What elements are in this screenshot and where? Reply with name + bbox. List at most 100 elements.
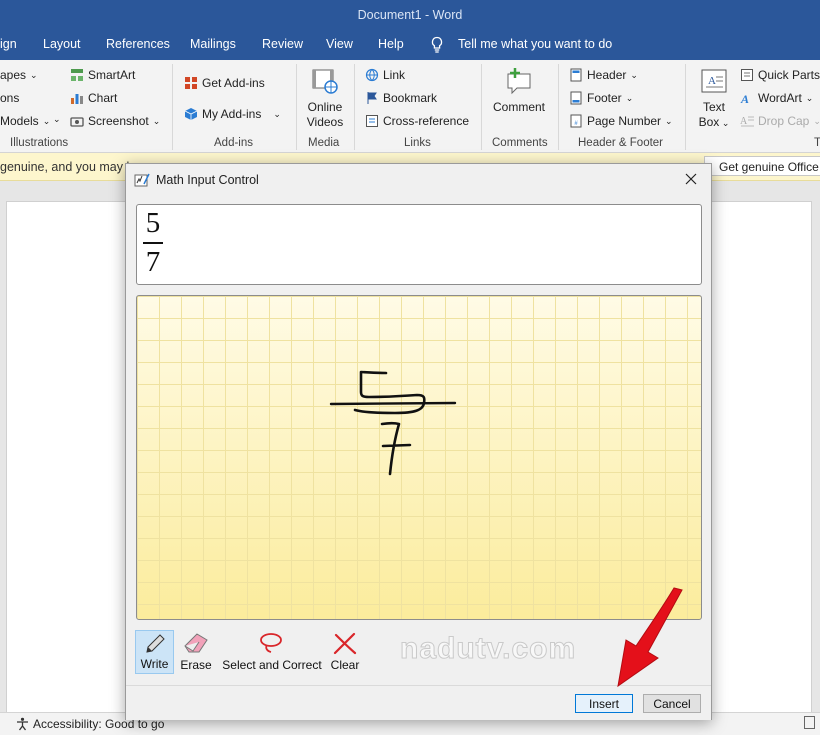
bookmark-button[interactable]: Bookmark [365,91,437,105]
select-and-correct-label: Select and Correct [222,658,322,672]
accessibility-icon[interactable] [15,717,30,731]
footer-button[interactable]: Footer ⌄ [569,91,633,105]
divider [172,64,173,150]
comment-button[interactable]: Comment [488,66,550,115]
screenshot-button[interactable]: Screenshot ⌄ [70,114,160,128]
tab-layout[interactable]: Layout [43,37,81,51]
cross-reference-button[interactable]: Cross-reference [365,114,469,128]
window-title: Document1 - Word [357,8,463,22]
chart-button[interactable]: Chart [70,91,117,105]
svg-text:A: A [740,92,749,105]
view-mode-icon[interactable] [804,716,815,729]
handwriting-canvas[interactable] [136,295,702,620]
menu-bar: ign Layout References Mailings Review Vi… [0,30,820,60]
shapes-button[interactable]: apes ⌄ [0,68,38,82]
annotation-arrow-icon [617,587,683,688]
smartart-button[interactable]: SmartArt [70,68,135,82]
my-addins-button[interactable]: My Add-ins ⌄ [184,107,281,121]
wordart-icon: A [740,92,749,105]
chart-icon [71,94,83,104]
smartart-icon [71,69,83,81]
bookmark-icon [367,92,377,104]
select-and-correct-button[interactable]: Select and Correct [220,630,324,674]
group-addins: Add-ins [214,137,253,149]
group-comments: Comments [492,137,548,149]
group-header-footer: Header & Footer [578,137,664,149]
group-media: Media [308,137,340,149]
dialog-title: Math Input Control [156,173,259,187]
header-button[interactable]: Header ⌄ [569,68,638,82]
tab-review[interactable]: Review [262,37,303,51]
tab-design[interactable]: ign [0,37,17,51]
handwritten-strokes [329,370,457,476]
math-preview-pane[interactable]: 5 7 [136,204,702,285]
wordart-button[interactable]: A WordArt ⌄ [740,91,813,105]
write-tool-button[interactable]: Write [135,630,174,674]
quick-parts-button[interactable]: Quick Parts [740,68,820,82]
header-icon [570,68,582,82]
preview-numerator: 5 [145,207,161,239]
svg-text:A: A [708,75,716,87]
divider [354,64,355,150]
divider [558,64,559,150]
link-button[interactable]: Link [365,68,405,82]
handwritten-five [353,370,426,415]
drop-cap-button[interactable]: A Drop Cap ⌄ [740,114,820,128]
info-message: genuine, and you may be [0,160,141,174]
get-genuine-office-button[interactable]: Get genuine Office [704,156,820,176]
eraser-icon [184,633,208,653]
preview-denominator: 7 [145,246,161,278]
online-video-icon [312,69,338,94]
handwritten-fraction-bar [329,401,457,406]
lightbulb-icon [431,36,443,53]
dialog-footer: Insert Cancel [126,685,711,720]
group-links: Links [404,137,431,149]
tell-me-search[interactable]: Tell me what you want to do [458,37,612,51]
preview-fraction: 5 7 [143,208,163,278]
store-icon [185,77,197,89]
erase-label: Erase [180,658,212,672]
tab-help[interactable]: Help [378,37,404,51]
group-illustrations: Illustrations [10,137,69,149]
preview-fraction-bar [143,242,163,244]
text-box-button[interactable]: A Text Box ⌄ [694,68,734,131]
svg-text:A: A [740,116,748,127]
title-bar: Document1 - Word [0,0,820,30]
models-dropdown-icon[interactable]: ⌄ [53,114,61,125]
write-label: Write [140,657,169,671]
tab-mailings[interactable]: Mailings [190,37,236,51]
addins-cube-icon [184,108,198,120]
divider [481,64,482,150]
clear-label: Clear [330,658,360,672]
tab-view[interactable]: View [326,37,353,51]
footer-icon [570,91,582,105]
math-input-icon [134,173,150,187]
ribbon: apes ⌄ ons Models ⌄ SmartArt Chart Screens… [0,60,820,153]
3d-models-button[interactable]: Models ⌄ [0,114,50,128]
new-comment-icon [507,68,531,95]
online-videos-button[interactable]: Online Videos [302,68,348,130]
erase-tool-button[interactable]: Erase [178,630,214,674]
cross-reference-icon [366,115,378,127]
page-number-icon: # [570,114,582,128]
drop-cap-icon: A [740,116,754,127]
cancel-button[interactable]: Cancel [643,694,701,713]
page-number-button[interactable]: # Page Number ⌄ [569,114,673,128]
quick-parts-icon [741,69,753,81]
insert-button[interactable]: Insert [575,694,633,713]
watermark: nadutv.com [399,632,577,666]
pen-icon [145,634,165,653]
divider [685,64,686,150]
clear-x-icon [333,632,357,655]
text-box-icon: A [701,69,727,93]
tab-references[interactable]: References [106,37,170,51]
link-icon [365,68,379,82]
close-icon[interactable] [681,169,701,189]
screenshot-icon [70,117,84,127]
clear-tool-button[interactable]: Clear [329,630,361,674]
handwritten-seven [380,421,412,476]
group-text: T [814,137,820,149]
lasso-icon [260,633,282,653]
get-addins-button[interactable]: Get Add-ins [184,76,265,90]
icons-button[interactable]: ons [0,91,19,105]
